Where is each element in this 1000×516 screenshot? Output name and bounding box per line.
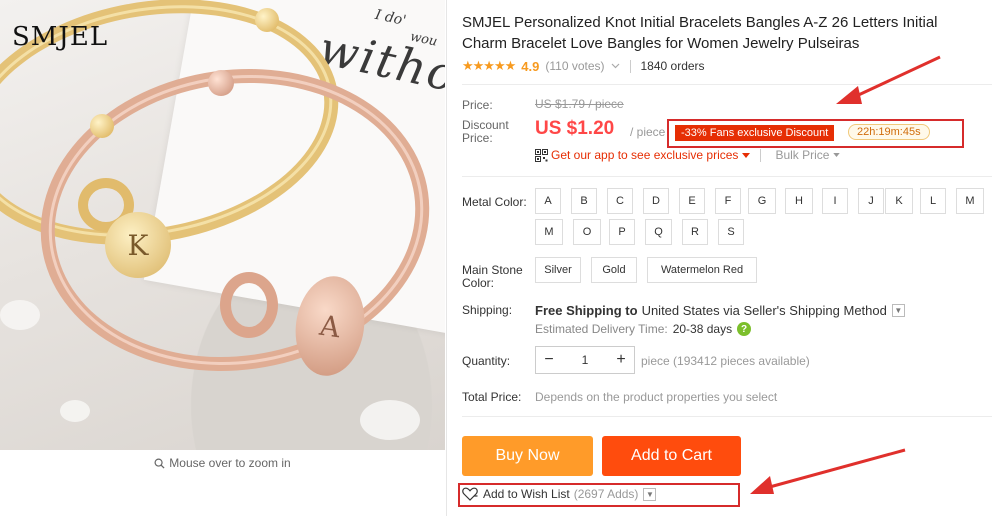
column-divider bbox=[446, 0, 447, 516]
bulk-price-dropdown[interactable]: Bulk Price bbox=[775, 148, 829, 162]
total-price-note: Depends on the product properties you se… bbox=[535, 390, 778, 404]
chevron-down-icon[interactable] bbox=[611, 63, 620, 69]
metal-option[interactable]: L bbox=[920, 188, 946, 214]
qr-code-icon bbox=[535, 148, 548, 162]
metal-option[interactable]: Q bbox=[645, 219, 672, 245]
product-image[interactable]: I do' without wou K A SMJEL bbox=[0, 0, 445, 450]
discount-label-line1: Discount bbox=[462, 118, 509, 132]
stone-color-label-line2: Color: bbox=[462, 276, 495, 290]
metal-option[interactable]: M bbox=[956, 188, 984, 214]
buy-now-button[interactable]: Buy Now bbox=[462, 436, 593, 476]
metal-option[interactable]: P bbox=[609, 219, 635, 245]
metal-option[interactable]: A bbox=[535, 188, 561, 214]
petal bbox=[360, 400, 420, 440]
metal-option[interactable]: H bbox=[785, 188, 813, 214]
metal-option[interactable]: B bbox=[571, 188, 597, 214]
metal-option[interactable]: D bbox=[643, 188, 669, 214]
shipping-info: Free Shipping to United States via Selle… bbox=[535, 303, 905, 318]
rose-end-ball bbox=[208, 70, 234, 96]
divider-line bbox=[462, 176, 992, 177]
discount-label-line2: Price: bbox=[462, 131, 493, 145]
metal-option[interactable]: F bbox=[715, 188, 741, 214]
rating-row: ★★★★★ 4.9 (110 votes) 1840 orders bbox=[462, 58, 705, 74]
app-promo-row: Get our app to see exclusive prices Bulk… bbox=[535, 148, 841, 162]
rose-knot bbox=[220, 272, 278, 338]
quantity-increase-button[interactable]: + bbox=[608, 347, 634, 373]
product-page: I do' without wou K A SMJEL Mouse over t… bbox=[0, 0, 1000, 516]
metal-option[interactable]: J bbox=[858, 188, 884, 214]
quantity-stepper: − 1 + bbox=[535, 346, 635, 374]
metal-option[interactable]: C bbox=[607, 188, 633, 214]
shipping-destination[interactable]: United States via Seller's Shipping Meth… bbox=[642, 303, 887, 318]
quantity-label: Quantity: bbox=[462, 354, 511, 368]
estimated-delivery-days: 20-38 days bbox=[672, 322, 733, 336]
quantity-decrease-button[interactable]: − bbox=[536, 347, 562, 373]
per-unit: / piece bbox=[630, 125, 666, 139]
estimated-delivery-label: Estimated Delivery Time: bbox=[535, 322, 668, 336]
free-shipping-text: Free Shipping to bbox=[535, 303, 638, 318]
metal-option[interactable]: R bbox=[682, 219, 708, 245]
stone-option[interactable]: Watermelon Red bbox=[647, 257, 757, 283]
petal bbox=[0, 300, 40, 330]
shipping-label: Shipping: bbox=[462, 303, 513, 317]
stone-option[interactable]: Silver bbox=[535, 257, 581, 283]
metal-option[interactable]: K bbox=[885, 188, 913, 214]
quantity-input[interactable]: 1 bbox=[562, 353, 608, 367]
brand-logo: SMJEL bbox=[12, 22, 109, 52]
separator bbox=[760, 148, 762, 162]
annotation-box-wishlist bbox=[458, 483, 740, 507]
quantity-available: piece (193412 pieces available) bbox=[641, 354, 810, 368]
caret-down-icon[interactable] bbox=[833, 153, 841, 157]
petal bbox=[60, 400, 90, 422]
gold-end-ball bbox=[90, 114, 114, 138]
magnifier-icon bbox=[154, 458, 165, 469]
metal-option[interactable]: S bbox=[718, 219, 744, 245]
metal-option[interactable]: G bbox=[748, 188, 776, 214]
metal-option[interactable]: M bbox=[535, 219, 563, 245]
app-link[interactable]: Get our app to see exclusive prices bbox=[551, 148, 738, 162]
divider-line bbox=[462, 84, 992, 85]
zoom-hint-text: Mouse over to zoom in bbox=[169, 456, 291, 470]
discount-price: US $1.20 bbox=[535, 118, 615, 139]
shipping-dropdown-icon[interactable]: ▼ bbox=[891, 304, 905, 317]
product-title: SMJEL Personalized Knot Initial Bracelet… bbox=[462, 14, 938, 52]
separator bbox=[629, 59, 631, 73]
metal-option[interactable]: I bbox=[822, 188, 848, 214]
price-label: Price: bbox=[462, 98, 493, 112]
metal-option[interactable]: O bbox=[573, 219, 601, 245]
caret-down-icon[interactable] bbox=[742, 152, 751, 158]
metal-option[interactable]: E bbox=[679, 188, 705, 214]
zoom-hint: Mouse over to zoom in bbox=[0, 450, 445, 476]
rating-value: 4.9 bbox=[521, 58, 540, 74]
charm-k: K bbox=[105, 212, 171, 278]
metal-color-label: Metal Color: bbox=[462, 195, 527, 209]
original-price: US $1.79 / piece bbox=[535, 97, 624, 111]
gold-end-ball bbox=[255, 8, 279, 32]
arrow-to-discount bbox=[836, 55, 941, 104]
arrow-to-wishlist bbox=[750, 448, 906, 494]
divider-line bbox=[462, 416, 992, 417]
stone-color-label-line1: Main Stone bbox=[462, 263, 523, 277]
orders-count: 1840 orders bbox=[640, 59, 705, 73]
votes-link[interactable]: (110 votes) bbox=[545, 59, 604, 73]
add-to-cart-button[interactable]: Add to Cart bbox=[602, 436, 741, 476]
help-icon[interactable]: ? bbox=[737, 322, 752, 336]
delivery-info: Estimated Delivery Time: 20-38 days ? bbox=[535, 322, 752, 336]
stone-option[interactable]: Gold bbox=[591, 257, 637, 283]
star-rating-icon: ★★★★★ bbox=[462, 58, 516, 73]
total-price-label: Total Price: bbox=[462, 390, 522, 404]
annotation-box-discount bbox=[667, 119, 964, 148]
